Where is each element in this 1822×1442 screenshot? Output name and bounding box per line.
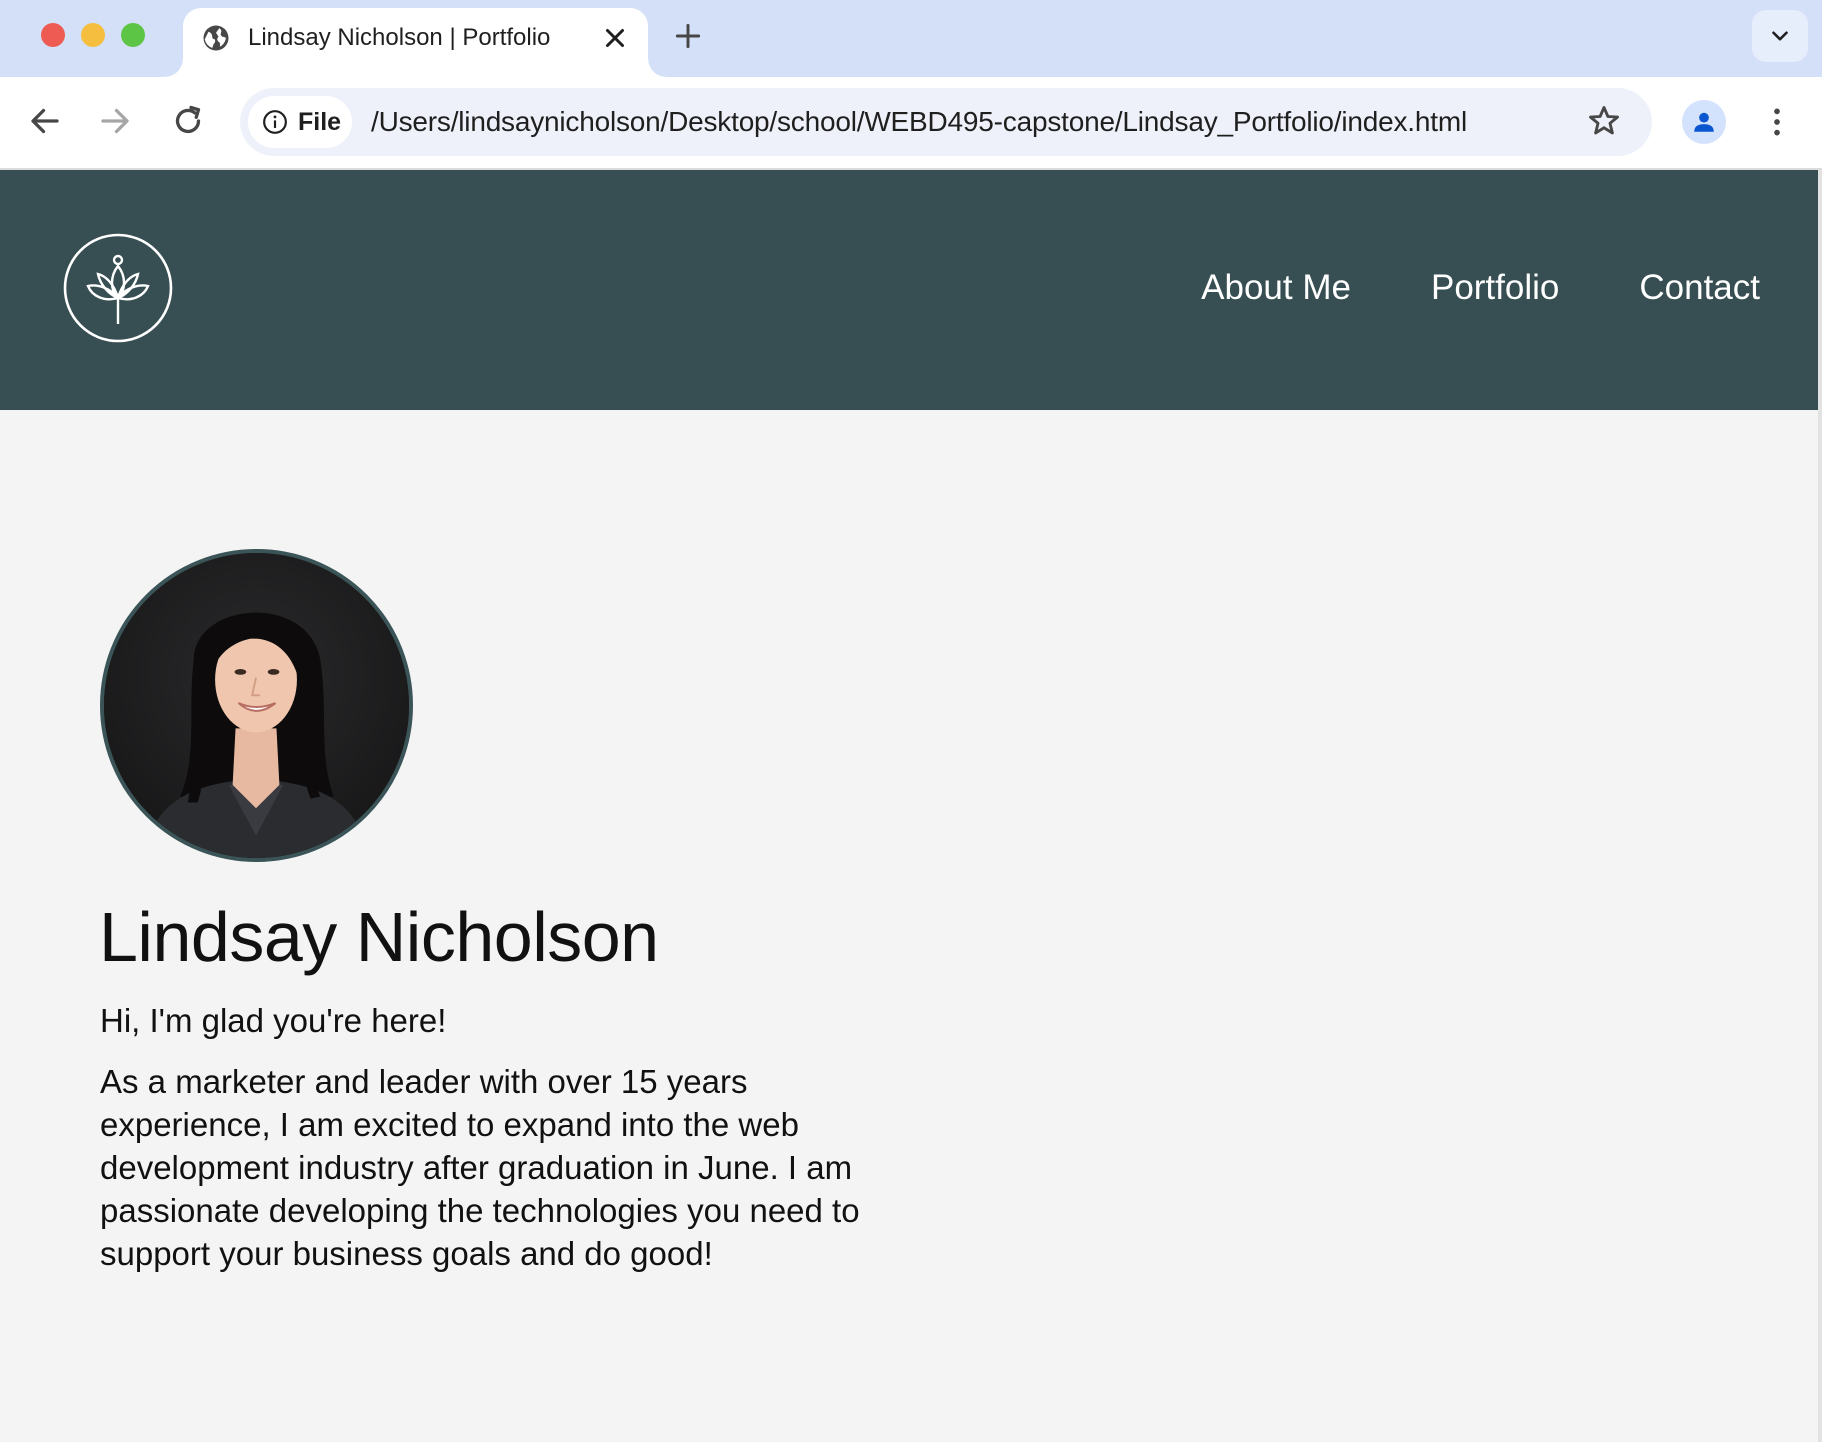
close-window-button[interactable] [41, 23, 65, 47]
main-nav: About Me Portfolio Contact [1201, 266, 1760, 310]
reload-icon[interactable] [170, 103, 206, 139]
back-arrow-icon[interactable] [27, 103, 63, 139]
address-bar[interactable]: File /Users/lindsaynicholson/Desktop/sch… [240, 88, 1652, 156]
globe-icon [203, 25, 229, 51]
forward-arrow-icon[interactable] [97, 103, 133, 139]
profile-icon[interactable] [1682, 100, 1726, 144]
site-chip-label: File [298, 108, 342, 136]
tab-search-button[interactable] [1752, 10, 1808, 62]
browser-tab[interactable]: Lindsay Nicholson | Portfolio [165, 8, 666, 77]
nav-link-portfolio[interactable]: Portfolio [1431, 266, 1559, 310]
close-icon[interactable] [600, 23, 630, 53]
chevron-down-icon [1772, 31, 1788, 41]
browser-tabstrip: Lindsay Nicholson | Portfolio [0, 0, 1822, 77]
maximize-window-button[interactable] [121, 23, 145, 47]
info-icon [263, 110, 287, 134]
plus-icon[interactable] [672, 20, 704, 52]
lotus-logo-icon[interactable] [62, 232, 174, 344]
nav-link-about-me[interactable]: About Me [1201, 266, 1351, 310]
kebab-menu-icon[interactable] [1760, 104, 1794, 140]
person-icon [1694, 112, 1714, 132]
portrait-image [104, 553, 409, 858]
site-info-chip[interactable]: File [248, 96, 352, 148]
browser-toolbar: File /Users/lindsaynicholson/Desktop/sch… [0, 77, 1822, 169]
site-header: About Me Portfolio Contact [0, 170, 1822, 410]
scrollbar-track[interactable] [1818, 170, 1822, 1442]
hero-greeting: Hi, I'm glad you're here! [100, 1002, 447, 1039]
hero-bio: As a marketer and leader with over 15 ye… [100, 1063, 860, 1272]
main-content: Lindsay Nicholson Hi, I'm glad you're he… [0, 410, 1822, 1442]
minimize-window-button[interactable] [81, 23, 105, 47]
nav-link-contact[interactable]: Contact [1639, 266, 1760, 310]
tab-title: Lindsay Nicholson | Portfolio [248, 24, 551, 51]
hero-name: Lindsay Nicholson [99, 898, 659, 976]
profile-photo [100, 549, 413, 862]
url-text[interactable]: /Users/lindsaynicholson/Desktop/school/W… [371, 103, 1467, 141]
star-icon[interactable] [1586, 103, 1622, 139]
